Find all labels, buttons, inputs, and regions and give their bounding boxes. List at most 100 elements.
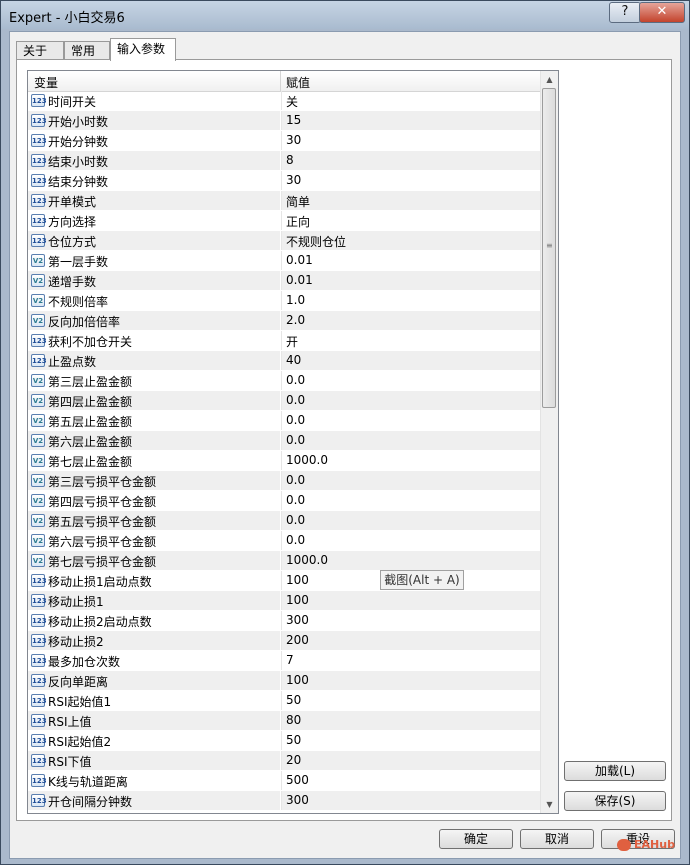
- param-value-cell[interactable]: 0.0: [281, 511, 541, 530]
- param-row[interactable]: V2 第六层止盈金额 0.0: [28, 431, 541, 451]
- param-name-cell[interactable]: V2 第六层止盈金额: [28, 431, 280, 450]
- param-row[interactable]: V2 第七层止盈金额 1000.0: [28, 451, 540, 471]
- param-name-cell[interactable]: V2 不规则倍率: [28, 291, 280, 310]
- param-value-cell[interactable]: 1000.0: [281, 551, 541, 570]
- param-name-cell[interactable]: V2 第五层止盈金额: [28, 411, 280, 430]
- param-name-cell[interactable]: V2 递增手数: [28, 271, 280, 290]
- param-value-cell[interactable]: 40: [281, 351, 541, 370]
- param-row[interactable]: V2 第三层亏损平仓金额 0.0: [28, 471, 541, 491]
- load-button[interactable]: 加载(L): [564, 761, 666, 781]
- param-value-cell[interactable]: 30: [281, 131, 541, 150]
- param-row[interactable]: 123 移动止损2启动点数 300: [28, 611, 540, 631]
- param-name-cell[interactable]: V2 第三层止盈金额: [28, 371, 280, 390]
- param-row[interactable]: 123 止盈点数 40: [28, 351, 541, 371]
- param-name-cell[interactable]: V2 第四层亏损平仓金额: [28, 491, 280, 510]
- param-row[interactable]: V2 不规则倍率 1.0: [28, 291, 540, 311]
- param-name-cell[interactable]: V2 反向加倍倍率: [28, 311, 280, 330]
- param-row[interactable]: V2 第一层手数 0.01: [28, 251, 540, 271]
- param-name-cell[interactable]: 123 开单模式: [28, 191, 280, 210]
- param-row[interactable]: V2 第五层亏损平仓金额 0.0: [28, 511, 541, 531]
- param-name-cell[interactable]: 123 移动止损2启动点数: [28, 611, 280, 630]
- param-name-cell[interactable]: 123 仓位方式: [28, 231, 280, 250]
- param-value-cell[interactable]: 7: [281, 651, 541, 670]
- param-value-cell[interactable]: 100: [281, 591, 541, 610]
- param-value-cell[interactable]: 0.01: [281, 271, 541, 290]
- param-name-cell[interactable]: 123 获利不加仓开关: [28, 331, 280, 350]
- param-value-cell[interactable]: 300: [281, 611, 541, 630]
- param-row[interactable]: 123 仓位方式 不规则仓位: [28, 231, 541, 251]
- param-row[interactable]: V2 第五层止盈金额 0.0: [28, 411, 540, 431]
- param-name-cell[interactable]: 123 开始分钟数: [28, 131, 280, 150]
- param-name-cell[interactable]: V2 第三层亏损平仓金额: [28, 471, 280, 490]
- param-value-cell[interactable]: 0.01: [281, 251, 541, 270]
- param-row[interactable]: 123 结束分钟数 30: [28, 171, 540, 191]
- param-value-cell[interactable]: 200: [281, 631, 541, 650]
- param-row[interactable]: 123 RSI下值 20: [28, 751, 541, 771]
- param-value-cell[interactable]: 0.0: [281, 531, 541, 550]
- param-name-cell[interactable]: 123 移动止损1: [28, 591, 280, 610]
- param-row[interactable]: 123 移动止损1 100: [28, 591, 541, 611]
- param-name-cell[interactable]: V2 第七层止盈金额: [28, 451, 280, 470]
- param-row[interactable]: 123 获利不加仓开关开: [28, 331, 540, 351]
- param-row[interactable]: V2 第三层止盈金额 0.0: [28, 371, 540, 391]
- param-value-cell[interactable]: 0.0: [281, 371, 541, 390]
- param-value-cell[interactable]: 80: [281, 711, 541, 730]
- param-value-cell[interactable]: 2.0: [281, 311, 541, 330]
- param-row[interactable]: V2 第六层亏损平仓金额 0.0: [28, 531, 540, 551]
- param-row[interactable]: V2 递增手数 0.01: [28, 271, 541, 291]
- param-name-cell[interactable]: 123 开始小时数: [28, 111, 280, 130]
- tab-inputs[interactable]: 输入参数: [110, 38, 176, 61]
- param-name-cell[interactable]: 123 止盈点数: [28, 351, 280, 370]
- close-button[interactable]: ✕: [639, 2, 685, 23]
- param-value-cell[interactable]: 正向: [281, 211, 541, 230]
- param-row[interactable]: V2 第四层亏损平仓金额 0.0: [28, 491, 540, 511]
- column-header-value[interactable]: 赋值: [286, 74, 310, 91]
- param-row[interactable]: 123 方向选择 正向: [28, 211, 540, 231]
- ok-button[interactable]: 确定: [439, 829, 513, 849]
- column-header-variable[interactable]: 变量: [34, 74, 58, 91]
- param-row[interactable]: 123 开始分钟数 30: [28, 131, 540, 151]
- param-value-cell[interactable]: 0.0: [281, 411, 541, 430]
- tab-about[interactable]: 关于: [16, 41, 64, 60]
- param-name-cell[interactable]: V2 第四层止盈金额: [28, 391, 280, 410]
- param-value-cell[interactable]: 100: [281, 671, 541, 690]
- scroll-down-arrow-icon[interactable]: ▼: [541, 796, 558, 813]
- param-value-cell[interactable]: 8: [281, 151, 541, 170]
- param-name-cell[interactable]: 123 移动止损2: [28, 631, 280, 650]
- param-value-cell[interactable]: 0.0: [281, 491, 541, 510]
- param-name-cell[interactable]: 123 RSI下值: [28, 751, 280, 770]
- param-row[interactable]: V2 反向加倍倍率 2.0: [28, 311, 541, 331]
- scrollbar-thumb[interactable]: ≡: [542, 88, 556, 408]
- param-name-cell[interactable]: 123 方向选择: [28, 211, 280, 230]
- param-value-cell[interactable]: 1.0: [281, 291, 541, 310]
- param-row[interactable]: 123 开仓间隔分钟数 300: [28, 791, 541, 811]
- param-row[interactable]: 123 RSI起始值2 50: [28, 731, 540, 751]
- param-row[interactable]: V2 第四层止盈金额 0.0: [28, 391, 541, 411]
- param-value-cell[interactable]: 不规则仓位: [281, 231, 541, 250]
- param-value-cell[interactable]: 300: [281, 791, 541, 810]
- param-row[interactable]: 123 RSI上值 80: [28, 711, 541, 731]
- param-name-cell[interactable]: 123 开仓间隔分钟数: [28, 791, 280, 810]
- param-row[interactable]: 123 结束小时数 8: [28, 151, 541, 171]
- param-row[interactable]: 123 RSI起始值1 50: [28, 691, 540, 711]
- param-value-cell[interactable]: 简单: [281, 191, 541, 210]
- param-name-cell[interactable]: 123 最多加仓次数: [28, 651, 280, 670]
- param-name-cell[interactable]: V2 第一层手数: [28, 251, 280, 270]
- param-name-cell[interactable]: 123 结束分钟数: [28, 171, 280, 190]
- param-value-cell[interactable]: 开: [281, 331, 541, 350]
- param-name-cell[interactable]: V2 第六层亏损平仓金额: [28, 531, 280, 550]
- param-name-cell[interactable]: 123 时间开关: [28, 91, 280, 110]
- param-value-cell[interactable]: 50: [281, 691, 541, 710]
- param-name-cell[interactable]: 123 RSI起始值2: [28, 731, 280, 750]
- param-name-cell[interactable]: V2 第七层亏损平仓金额: [28, 551, 280, 570]
- param-row[interactable]: 123 移动止损2 200: [28, 631, 541, 651]
- param-value-cell[interactable]: 0.0: [281, 471, 541, 490]
- scroll-up-arrow-icon[interactable]: ▲: [541, 71, 558, 88]
- param-row[interactable]: 123 时间开关关: [28, 91, 540, 111]
- param-name-cell[interactable]: 123 RSI起始值1: [28, 691, 280, 710]
- cancel-button[interactable]: 取消: [520, 829, 594, 849]
- param-row[interactable]: 123 最多加仓次数 7: [28, 651, 540, 671]
- save-button[interactable]: 保存(S): [564, 791, 666, 811]
- tab-common[interactable]: 常用: [64, 41, 110, 60]
- param-name-cell[interactable]: 123 移动止损1启动点数: [28, 571, 280, 590]
